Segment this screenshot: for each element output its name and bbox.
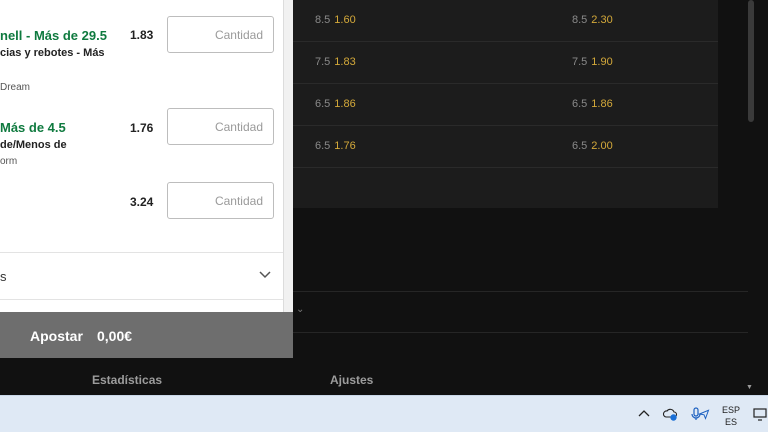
app-viewport: 8.5 1.60 8.5 2.30 7.5 1.83 7.5 1.90 6.5 1.86 … — [0, 0, 768, 395]
odds-line: 6.5 — [315, 140, 331, 152]
bet-slip-edge — [283, 0, 293, 312]
odds-button[interactable]: 6.5 2.00 — [572, 140, 613, 152]
odds-line: 6.5 — [315, 98, 331, 110]
selection-market: de/Menos de — [0, 139, 67, 151]
stake-input[interactable] — [167, 16, 274, 53]
selection-odds: 1.83 — [130, 28, 154, 42]
cloud-info-icon[interactable] — [662, 406, 678, 422]
odds-line: 8.5 — [572, 14, 588, 26]
odds-row: 7.5 1.83 7.5 1.90 — [290, 42, 718, 84]
odds-table: 8.5 1.60 8.5 2.30 7.5 1.83 7.5 1.90 6.5 1.86 … — [290, 0, 718, 208]
odds-price: 2.00 — [591, 140, 613, 152]
tab-settings[interactable]: Ajustes — [330, 373, 373, 387]
selection-title: nell - Más de 29.5 — [0, 28, 107, 43]
monitor-icon[interactable] — [752, 406, 768, 422]
selection-market: cias y rebotes - Más — [0, 47, 105, 59]
odds-button[interactable]: 8.5 1.60 — [315, 14, 356, 26]
odds-line: 7.5 — [572, 56, 588, 68]
tab-statistics[interactable]: Estadísticas — [92, 373, 162, 387]
odds-line: 8.5 — [315, 14, 331, 26]
keyboard-layout: ES — [724, 417, 737, 427]
odds-row: 6.5 1.86 6.5 1.86 — [290, 84, 718, 126]
divider — [290, 291, 748, 292]
bet-slip-panel: nell - Más de 29.5 cias y rebotes - Más … — [0, 0, 293, 358]
odds-row: 8.5 1.60 8.5 2.30 — [290, 0, 718, 42]
selection-title: Más de 4.5 — [0, 120, 66, 135]
bet-options-toggle[interactable]: s — [0, 252, 283, 300]
chevron-down-icon[interactable]: ⌄ — [296, 304, 304, 315]
scroll-down-icon[interactable]: ▼ — [746, 384, 753, 391]
place-bet-label: Apostar — [30, 328, 83, 344]
taskbar: ESP ES — [0, 395, 768, 432]
selection-event: Dream — [0, 82, 31, 93]
odds-line: 6.5 — [572, 140, 588, 152]
send-icon[interactable] — [698, 408, 710, 420]
odds-button[interactable]: 6.5 1.86 — [572, 98, 613, 110]
odds-button[interactable]: 6.5 1.86 — [315, 98, 356, 110]
chevron-up-icon[interactable] — [636, 406, 652, 422]
odds-price: 1.86 — [591, 98, 613, 110]
chevron-down-icon — [259, 271, 271, 279]
odds-price: 1.76 — [334, 140, 356, 152]
odds-button[interactable]: 6.5 1.76 — [315, 140, 356, 152]
odds-line: 6.5 — [572, 98, 588, 110]
options-label: s — [0, 269, 7, 284]
place-bet-button[interactable]: Apostar 0,00€ — [0, 312, 293, 358]
odds-price: 1.90 — [591, 56, 613, 68]
language-code: ESP — [721, 405, 740, 415]
odds-button[interactable]: 7.5 1.90 — [572, 56, 613, 68]
combined-odds: 3.24 — [130, 195, 154, 209]
selection-event: orm — [0, 156, 18, 167]
odds-line: 7.5 — [315, 56, 331, 68]
place-bet-amount: 0,00€ — [97, 328, 133, 344]
odds-price: 1.86 — [334, 98, 356, 110]
divider — [290, 332, 748, 333]
selection-odds: 1.76 — [130, 121, 154, 135]
stake-input[interactable] — [167, 108, 274, 145]
stake-input[interactable] — [167, 182, 274, 219]
scrollbar-thumb[interactable] — [748, 0, 754, 122]
odds-price: 1.60 — [334, 14, 356, 26]
odds-button[interactable]: 8.5 2.30 — [572, 14, 613, 26]
language-indicator[interactable]: ESP ES — [718, 404, 744, 428]
odds-price: 1.83 — [334, 56, 356, 68]
odds-price: 2.30 — [591, 14, 613, 26]
odds-row: 6.5 1.76 6.5 2.00 — [290, 126, 718, 168]
odds-button[interactable]: 7.5 1.83 — [315, 56, 356, 68]
